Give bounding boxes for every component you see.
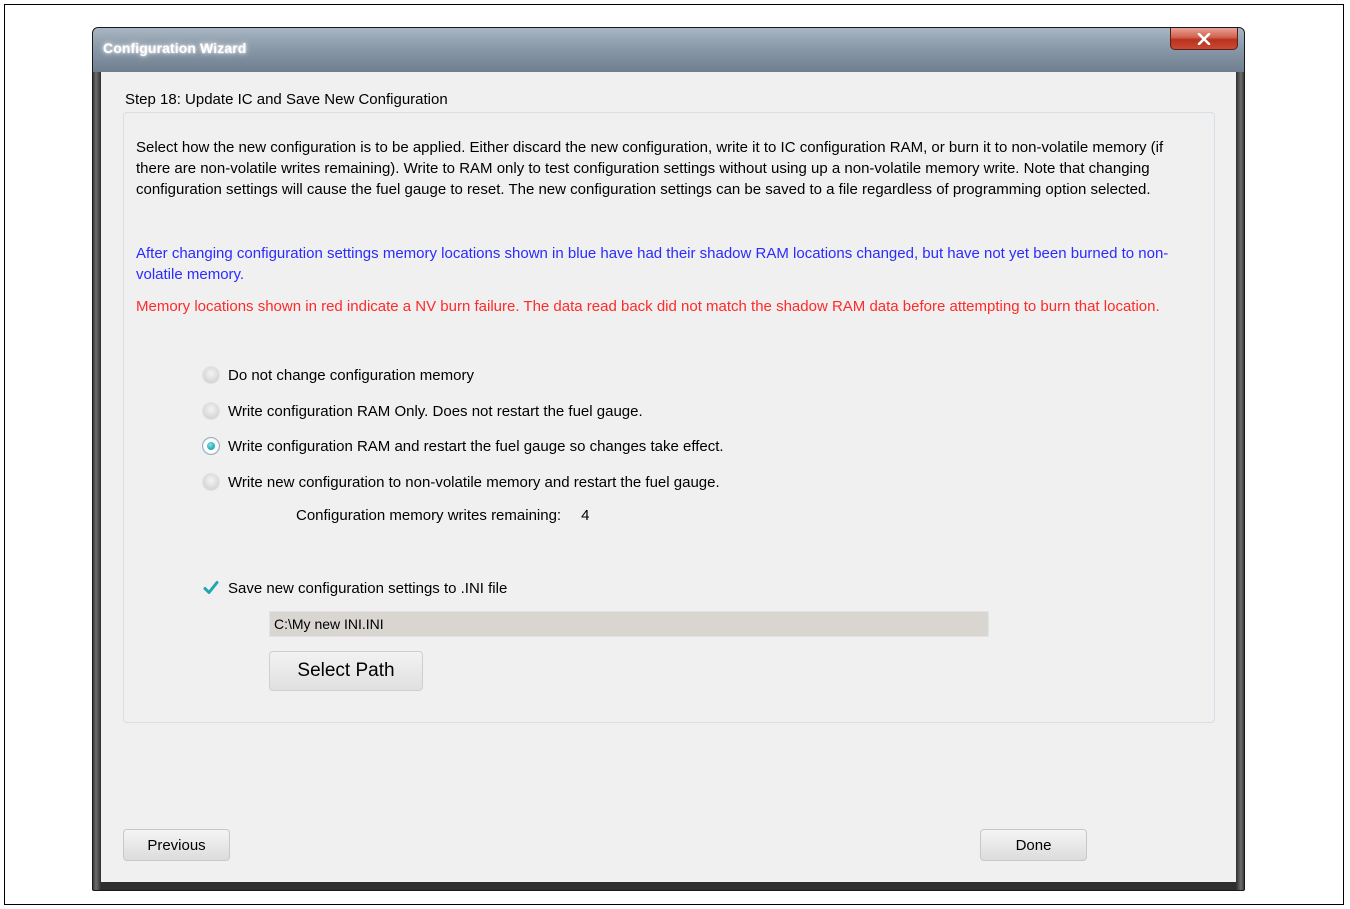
radio-write-nonvolatile[interactable]: Write new configuration to non-volatile …	[202, 471, 720, 493]
checkmark-icon	[203, 581, 219, 594]
radio-label: Write new configuration to non-volatile …	[228, 473, 720, 491]
step-title: Step 18: Update IC and Save New Configur…	[125, 91, 448, 108]
radio-button[interactable]	[202, 473, 220, 491]
radio-label: Write configuration RAM Only. Does not r…	[228, 402, 643, 420]
title-bar[interactable]: Configuration Wizard	[93, 28, 1244, 72]
save-ini-checkbox-row[interactable]: Save new configuration settings to .INI …	[202, 577, 507, 599]
save-ini-checkbox[interactable]	[202, 579, 220, 597]
window-client-area: Step 18: Update IC and Save New Configur…	[101, 72, 1236, 882]
ini-path-field[interactable]: C:\My new INI.INI	[269, 611, 989, 637]
radio-button[interactable]	[202, 366, 220, 384]
save-ini-label: Save new configuration settings to .INI …	[228, 579, 508, 597]
red-note-text: Memory locations shown in red indicate a…	[136, 298, 1160, 315]
blue-note-text: After changing configuration settings me…	[136, 245, 1169, 283]
close-icon	[1197, 32, 1211, 45]
window-title: Configuration Wizard	[103, 40, 247, 56]
description-text: Select how the new configuration is to b…	[136, 139, 1164, 198]
radio-write-ram-restart[interactable]: Write configuration RAM and restart the …	[202, 435, 724, 457]
options-group: Select how the new configuration is to b…	[123, 112, 1215, 723]
radio-label: Write configuration RAM and restart the …	[228, 437, 724, 455]
writes-remaining: Configuration memory writes remaining: 4	[296, 507, 589, 524]
radio-button-selected[interactable]	[202, 437, 220, 455]
radio-label: Do not change configuration memory	[228, 366, 474, 384]
radio-write-ram-only[interactable]: Write configuration RAM Only. Does not r…	[202, 400, 643, 422]
radio-button[interactable]	[202, 402, 220, 420]
close-button[interactable]	[1170, 28, 1238, 50]
radio-do-not-change[interactable]: Do not change configuration memory	[202, 364, 474, 386]
done-button[interactable]: Done	[980, 829, 1087, 861]
previous-button[interactable]: Previous	[123, 829, 230, 861]
select-path-button[interactable]: Select Path	[269, 651, 423, 691]
writes-remaining-label: Configuration memory writes remaining:	[296, 507, 562, 524]
writes-remaining-value: 4	[581, 507, 590, 524]
configuration-wizard-window: Configuration Wizard Step 18: Update IC …	[92, 27, 1245, 891]
